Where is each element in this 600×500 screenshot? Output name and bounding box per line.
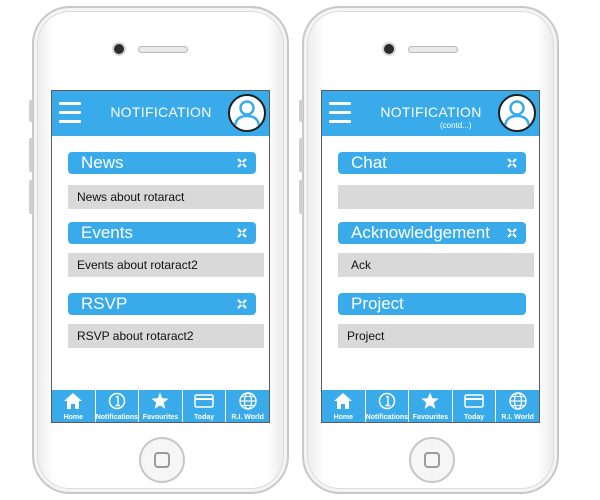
tab-favourites[interactable]: Favourites — [139, 390, 183, 422]
list-item-project[interactable]: Project — [338, 324, 534, 348]
list-item-chat[interactable] — [338, 185, 534, 209]
card-icon — [464, 394, 484, 408]
notification-icon — [108, 392, 126, 410]
volume-down-button — [299, 180, 303, 214]
close-icon[interactable] — [236, 298, 248, 310]
tab-today[interactable]: Today — [453, 390, 497, 422]
page-subtitle: (contd...) — [440, 121, 472, 130]
list-item-acknowledgement[interactable]: Ack — [338, 253, 534, 277]
tab-label: Notifications — [365, 414, 409, 421]
item-text: Ack — [351, 258, 372, 272]
tab-label: Today — [464, 414, 485, 421]
tab-label: Favourites — [142, 414, 179, 421]
section-header-events: Events — [68, 222, 256, 244]
notification-icon — [378, 392, 396, 410]
bottom-tab-bar: Home Notifications Favourites Today R.I.… — [52, 390, 269, 422]
tab-label: R.I. World — [231, 414, 264, 421]
section-title: News — [81, 153, 124, 172]
mute-switch — [29, 100, 33, 122]
tab-ri-world[interactable]: R.I. World — [226, 390, 269, 422]
section-title: Project — [351, 294, 404, 313]
close-icon[interactable] — [236, 227, 248, 239]
tab-home[interactable]: Home — [52, 390, 96, 422]
app-header: NOTIFICATION — [52, 91, 269, 136]
phone-left: NOTIFICATION News News about rotaract Ev… — [29, 6, 289, 494]
section-title: Events — [81, 223, 133, 242]
screen-left: NOTIFICATION News News about rotaract Ev… — [51, 90, 270, 423]
section-title: RSVP — [81, 294, 128, 313]
page-title: NOTIFICATION — [110, 104, 212, 120]
tab-favourites[interactable]: Favourites — [409, 390, 453, 422]
tab-label: R.I. World — [501, 414, 534, 421]
item-text: RSVP about rotaract2 — [77, 329, 194, 343]
home-button[interactable] — [139, 437, 185, 483]
menu-icon[interactable] — [59, 102, 81, 123]
profile-icon[interactable] — [498, 94, 536, 132]
tab-home[interactable]: Home — [322, 390, 366, 422]
close-icon[interactable] — [506, 157, 518, 169]
item-text: Events about rotaract2 — [77, 258, 198, 272]
menu-icon[interactable] — [329, 102, 351, 123]
page-title: NOTIFICATION — [380, 104, 482, 120]
earpiece-speaker — [408, 46, 458, 53]
home-button[interactable] — [409, 437, 455, 483]
section-title: Acknowledgement — [351, 223, 490, 242]
home-icon — [334, 393, 353, 409]
front-camera — [384, 44, 394, 54]
tab-label: Favourites — [412, 414, 449, 421]
tab-label: Home — [63, 414, 84, 421]
mute-switch — [299, 100, 303, 122]
app-header: NOTIFICATION (contd...) — [322, 91, 539, 136]
tab-label: Today — [194, 414, 215, 421]
earpiece-speaker — [138, 46, 188, 53]
tab-today[interactable]: Today — [183, 390, 227, 422]
close-icon[interactable] — [236, 157, 248, 169]
globe-icon — [238, 392, 257, 410]
section-header-chat: Chat — [338, 152, 526, 174]
profile-icon[interactable] — [228, 94, 266, 132]
list-item-news[interactable]: News about rotaract — [68, 185, 264, 209]
tab-notifications[interactable]: Notifications — [366, 390, 410, 422]
item-text: News about rotaract — [77, 190, 185, 204]
list-item-rsvp[interactable]: RSVP about rotaract2 — [68, 324, 264, 348]
tab-label: Notifications — [95, 414, 139, 421]
list-item-events[interactable]: Events about rotaract2 — [68, 253, 264, 277]
volume-up-button — [299, 138, 303, 172]
home-icon — [64, 393, 83, 409]
front-camera — [114, 44, 124, 54]
tab-label: Home — [333, 414, 354, 421]
item-text: Project — [347, 329, 385, 343]
tab-notifications[interactable]: Notifications — [96, 390, 140, 422]
volume-up-button — [29, 138, 33, 172]
card-icon — [194, 394, 214, 408]
screen-right: NOTIFICATION (contd...) Chat Acknowledge… — [321, 90, 540, 423]
star-icon — [151, 392, 170, 409]
phone-right: NOTIFICATION (contd...) Chat Acknowledge… — [299, 6, 559, 494]
section-header-news: News — [68, 152, 256, 174]
tab-ri-world[interactable]: R.I. World — [496, 390, 539, 422]
star-icon — [421, 392, 440, 409]
section-header-rsvp: RSVP — [68, 293, 256, 315]
section-header-project: Project — [338, 293, 526, 315]
volume-down-button — [29, 180, 33, 214]
globe-icon — [508, 392, 527, 410]
bottom-tab-bar: Home Notifications Favourites Today R.I.… — [322, 390, 539, 422]
section-title: Chat — [351, 153, 387, 172]
section-header-acknowledgement: Acknowledgement — [338, 222, 526, 244]
close-icon[interactable] — [506, 227, 518, 239]
